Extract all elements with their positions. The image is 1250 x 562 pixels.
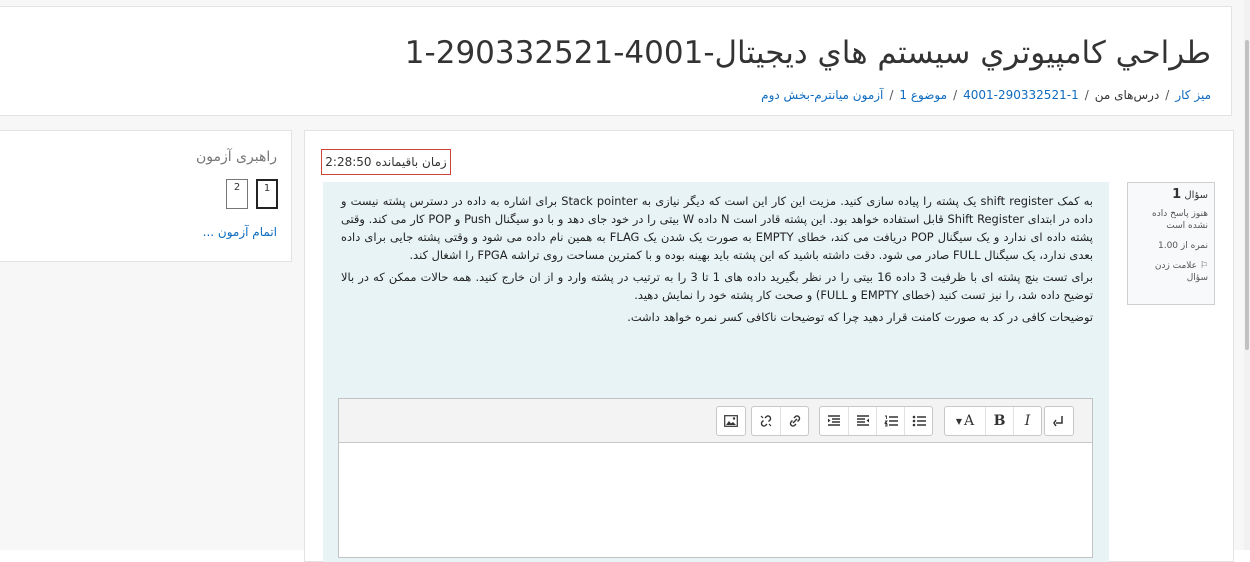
question-number-value: 1 — [1172, 187, 1182, 202]
breadcrumb-separator: / — [889, 88, 894, 102]
finish-attempt-link[interactable]: اتمام آزمون ... — [203, 225, 277, 239]
breadcrumb-separator: / — [953, 88, 958, 102]
question-paragraph: به کمک shift register یک پشته را پیاده س… — [341, 194, 1093, 262]
bold-button[interactable]: B — [985, 407, 1013, 435]
toolbar-group-text: ▼ A B I — [944, 406, 1042, 436]
bullet-list-icon[interactable] — [904, 407, 932, 435]
quiz-navigation-block: راهبری آزمون 1 2 اتمام آزمون ... — [0, 130, 292, 262]
toolbar-group-collapse — [1044, 406, 1074, 436]
question-number-label: سؤال — [1184, 190, 1208, 201]
unlink-icon[interactable] — [752, 407, 780, 435]
dropdown-caret-icon: ▼ — [955, 416, 963, 426]
question-grade: نمره از 1.00 — [1157, 241, 1208, 251]
toolbar-group-lists — [819, 406, 933, 436]
answer-editor: ▼ A B I — [338, 398, 1093, 558]
breadcrumb-quiz[interactable]: آزمون میانترم-بخش دوم — [761, 88, 883, 102]
numbered-list-icon[interactable] — [876, 407, 904, 435]
font-color-label: A — [964, 413, 975, 429]
breadcrumb-course[interactable]: 1-290332521-4001 — [963, 88, 1079, 102]
question-text: به کمک shift register یک پشته را پیاده س… — [341, 192, 1093, 330]
question-number: سؤال 1 — [1132, 187, 1208, 202]
breadcrumb-dashboard[interactable]: میز کار — [1175, 88, 1211, 102]
page-scrollbar[interactable] — [1244, 0, 1250, 550]
breadcrumb: میز کار / درس‌های من / 1-290332521-4001 / موضو… — [761, 88, 1211, 102]
question-paragraph: توضیحات کافی در کد به صورت کامنت قرار ده… — [627, 310, 1093, 324]
breadcrumb-separator: / — [1084, 88, 1089, 102]
toolbar-group-media — [716, 406, 746, 436]
question-status: هنوز پاسخ داده نشده است — [1151, 209, 1208, 231]
font-color-button[interactable]: ▼ A — [945, 407, 985, 435]
outdent-icon[interactable] — [820, 407, 848, 435]
italic-button[interactable]: I — [1013, 407, 1041, 435]
scrollbar-thumb[interactable] — [1245, 40, 1249, 350]
answer-text-area[interactable] — [339, 443, 1092, 557]
question-nav-button-2[interactable]: 2 — [226, 179, 248, 209]
toolbar-group-links — [751, 406, 809, 436]
collapse-icon[interactable] — [1045, 407, 1073, 435]
quiz-navigation-title: راهبری آزمون — [195, 149, 277, 165]
quiz-timer: زمان باقیمانده 2:28:50 — [321, 149, 451, 175]
breadcrumb-topic[interactable]: موضوع 1 — [899, 88, 947, 102]
flag-icon: ⚐ — [1197, 261, 1208, 271]
link-icon[interactable] — [780, 407, 808, 435]
question-info-box: سؤال 1 هنوز پاسخ داده نشده است نمره از 1… — [1127, 182, 1215, 305]
editor-toolbar: ▼ A B I — [339, 399, 1092, 443]
question-paragraph: برای تست بنچ پشته ای با ظرفیت 3 داده 16 … — [341, 270, 1094, 302]
flag-question-link[interactable]: ⚐ علامت زدن سؤال — [1132, 260, 1208, 284]
indent-icon[interactable] — [848, 407, 876, 435]
question-nav-button-1[interactable]: 1 — [256, 179, 278, 209]
image-icon[interactable] — [717, 407, 745, 435]
breadcrumb-my-courses: درس‌های من — [1094, 88, 1160, 102]
page-title: طراحي کامپيوتري سيستم هاي ديجيتال-4001-2… — [404, 35, 1211, 71]
breadcrumb-separator: / — [1165, 88, 1170, 102]
page-header: طراحي کامپيوتري سيستم هاي ديجيتال-4001-2… — [0, 6, 1232, 116]
